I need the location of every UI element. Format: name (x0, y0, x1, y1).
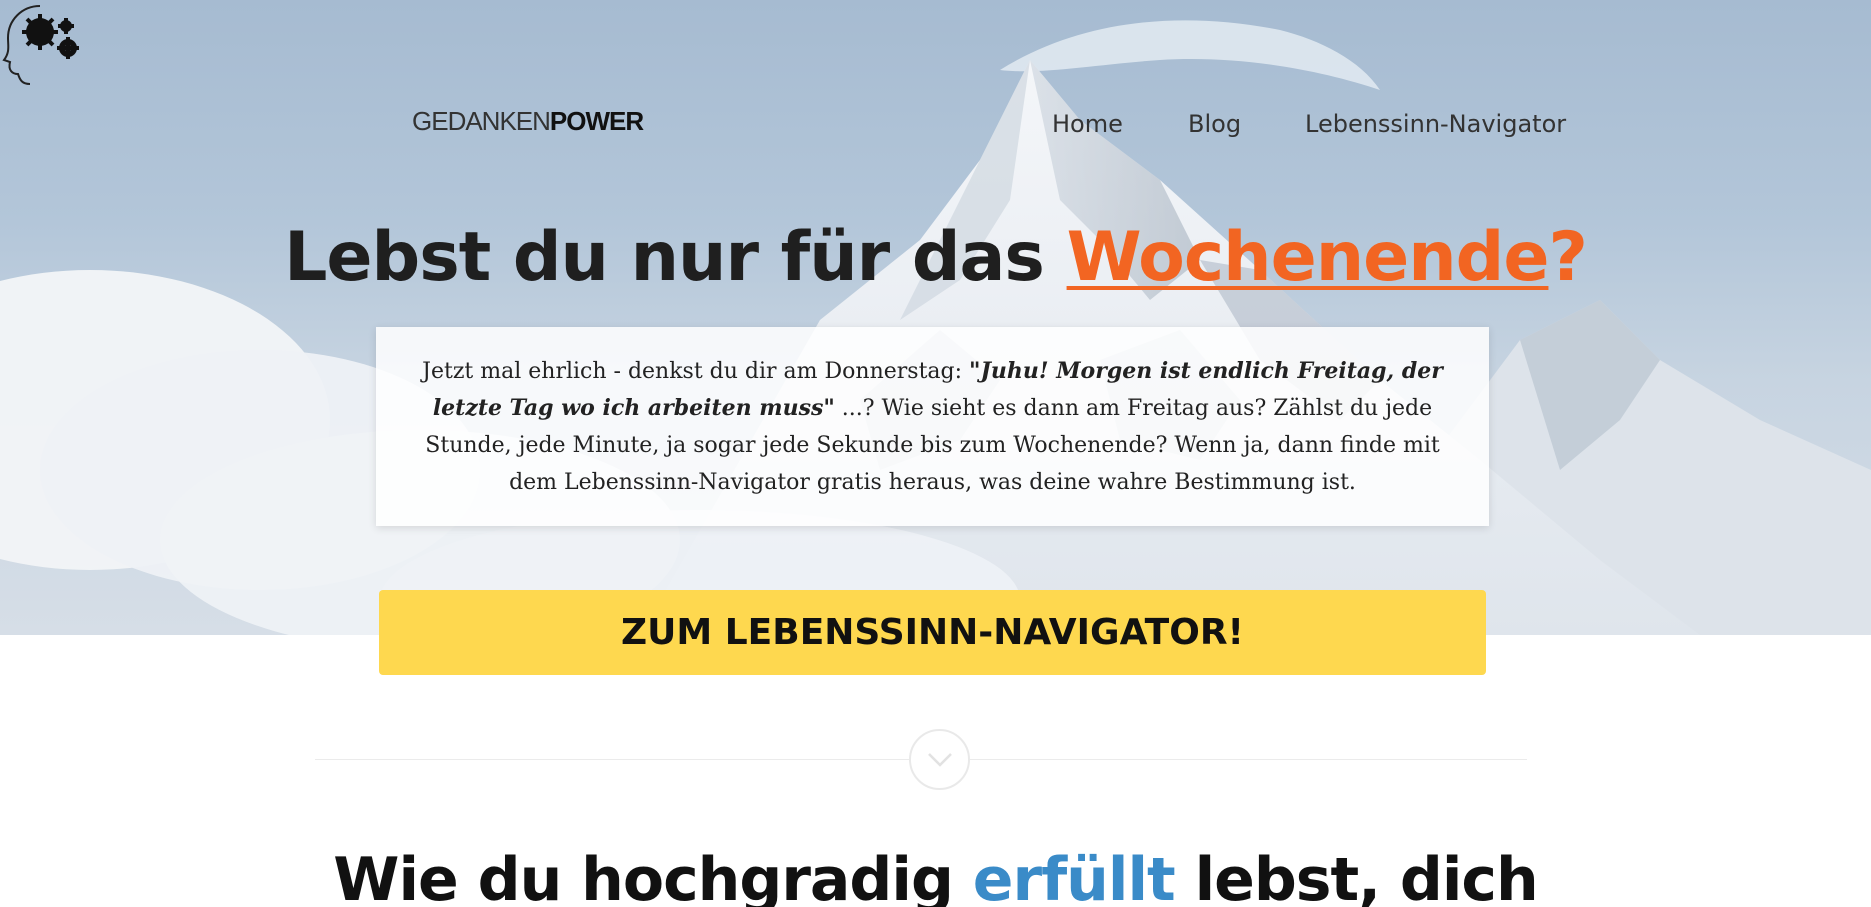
section-title: Wie du hochgradig erfüllt lebst, dich (0, 845, 1871, 907)
head-with-gears-icon[interactable] (0, 0, 230, 96)
brand-wordmark[interactable]: GEDANKENPOWER (412, 106, 644, 136)
cta-lebenssinn-navigator-button[interactable]: ZUM LEBENSSINN-NAVIGATOR! (379, 590, 1486, 675)
nav-item-blog[interactable]: Blog (1188, 110, 1241, 138)
intro-text-box: Jetzt mal ehrlich - denkst du dir am Don… (376, 327, 1489, 526)
section-title-prefix: Wie du hochgradig (333, 845, 973, 907)
hero-section: GEDANKENPOWER Home Blog Lebenssinn-Navig… (0, 0, 1871, 635)
headline-accent-link[interactable]: Wochenende (1067, 218, 1550, 297)
mountain-background-image (0, 20, 1871, 635)
brand-name-bold: POWER (549, 106, 644, 136)
headline-prefix: Lebst du nur für das (284, 218, 1067, 297)
brand-name-light: GEDANKEN (412, 106, 551, 136)
section-title-accent: erfüllt (972, 845, 1176, 907)
hero-headline: Lebst du nur für das Wochenende? (0, 218, 1871, 297)
scroll-down-button[interactable] (909, 729, 970, 790)
section-title-suffix: lebst, dich (1174, 845, 1539, 907)
intro-part-1: Jetzt mal ehrlich - denkst du dir am Don… (422, 359, 970, 384)
headline-suffix: ? (1548, 218, 1587, 297)
chevron-down-icon (928, 753, 952, 767)
nav-item-home[interactable]: Home (1052, 110, 1123, 138)
nav-item-lebenssinn-navigator[interactable]: Lebenssinn-Navigator (1305, 110, 1566, 138)
